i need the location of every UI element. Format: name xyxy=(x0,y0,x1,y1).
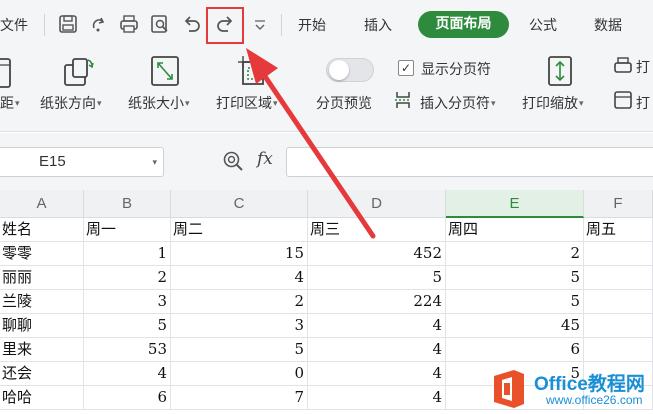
table-cell[interactable]: 4 xyxy=(308,338,446,362)
table-cell[interactable]: 2 xyxy=(446,242,584,266)
divider xyxy=(281,14,282,36)
table-cell[interactable]: 丽丽 xyxy=(0,266,84,290)
table-cell[interactable]: 6 xyxy=(84,386,171,410)
table-cell[interactable]: 3 xyxy=(84,290,171,314)
table-cell[interactable]: 4 xyxy=(308,386,446,410)
page-break-preview-label[interactable]: 分页预览 xyxy=(316,93,372,113)
name-box[interactable]: E15 ▾ xyxy=(0,147,164,177)
divider xyxy=(44,14,45,36)
table-cell[interactable] xyxy=(584,266,653,290)
table-cell[interactable]: 15 xyxy=(171,242,308,266)
table-cell[interactable]: 兰陵 xyxy=(0,290,84,314)
toggle-knob xyxy=(329,60,349,80)
table-cell[interactable]: 7 xyxy=(171,386,308,410)
table-cell[interactable]: 5 xyxy=(171,338,308,362)
column-header-e[interactable]: E xyxy=(446,190,584,218)
insert-function-icon[interactable]: fx xyxy=(257,149,273,169)
header-cell[interactable]: 周四 xyxy=(446,218,584,242)
header-cell[interactable]: 姓名 xyxy=(0,218,84,242)
table-cell[interactable]: 45 xyxy=(446,314,584,338)
column-header-d[interactable]: D xyxy=(308,190,446,218)
ribbon-right-label-1[interactable]: 打 xyxy=(636,57,650,77)
header-cell[interactable]: 周五 xyxy=(584,218,653,242)
watermark: Office教程网 www.office26.com xyxy=(488,366,653,414)
zoom-find-icon[interactable] xyxy=(222,150,244,172)
table-cell[interactable]: 3 xyxy=(171,314,308,338)
table-cell[interactable]: 4 xyxy=(171,266,308,290)
column-header-f[interactable]: F xyxy=(584,190,653,218)
page-orientation-label[interactable]: 纸张方向▾ xyxy=(40,93,102,113)
header-cell[interactable]: 周三 xyxy=(308,218,446,242)
table-cell[interactable] xyxy=(584,290,653,314)
column-header-a[interactable]: A xyxy=(0,190,84,218)
table-cell[interactable]: 6 xyxy=(446,338,584,362)
chevron-down-icon[interactable]: ▾ xyxy=(152,148,157,176)
table-cell[interactable]: 1 xyxy=(84,242,171,266)
table-cell[interactable]: 4 xyxy=(308,362,446,386)
header-cell[interactable]: 周二 xyxy=(171,218,308,242)
table-cell[interactable] xyxy=(584,314,653,338)
redo-format-icon[interactable] xyxy=(88,13,110,35)
insert-page-break-label[interactable]: 插入分页符▾ xyxy=(420,93,496,113)
print-scale-label[interactable]: 打印缩放▾ xyxy=(522,93,584,113)
watermark-site: www.office26.com xyxy=(546,393,643,407)
save-icon[interactable] xyxy=(57,13,79,35)
table-cell[interactable]: 2 xyxy=(171,290,308,314)
print-titles-icon[interactable] xyxy=(612,56,634,78)
table-cell[interactable]: 224 xyxy=(308,290,446,314)
table-cell[interactable] xyxy=(584,242,653,266)
column-header-c[interactable]: C xyxy=(171,190,308,218)
print-scale-icon[interactable] xyxy=(543,54,577,88)
print-area-label[interactable]: 打印区域▾ xyxy=(216,93,278,113)
tab-page-layout[interactable]: 页面布局 xyxy=(418,11,509,38)
office-logo-icon xyxy=(494,370,524,408)
watermark-brand: Office教程网 xyxy=(534,374,645,395)
tab-home[interactable]: 开始 xyxy=(298,15,326,35)
table-cell[interactable]: 0 xyxy=(171,362,308,386)
paper-size-icon[interactable] xyxy=(148,54,182,88)
tab-formulas[interactable]: 公式 xyxy=(529,15,557,35)
column-header-b[interactable]: B xyxy=(84,190,171,218)
tab-data[interactable]: 数据 xyxy=(594,15,622,35)
insert-page-break-icon[interactable] xyxy=(394,90,412,110)
table-cell[interactable]: 5 xyxy=(446,266,584,290)
file-menu[interactable]: 文件 xyxy=(0,15,28,35)
formula-input[interactable] xyxy=(286,147,653,177)
print-headers-icon[interactable] xyxy=(612,89,634,111)
header-cell[interactable]: 周一 xyxy=(84,218,171,242)
ribbon-right-label-2[interactable]: 打 xyxy=(636,93,650,113)
show-page-breaks-label[interactable]: 显示分页符 xyxy=(421,59,491,79)
table-cell[interactable]: 53 xyxy=(84,338,171,362)
margins-icon[interactable] xyxy=(0,56,16,90)
table-cell[interactable]: 2 xyxy=(84,266,171,290)
table-cell[interactable]: 还会 xyxy=(0,362,84,386)
tab-insert[interactable]: 插入 xyxy=(364,15,392,35)
table-cell[interactable]: 零零 xyxy=(0,242,84,266)
table-cell[interactable]: 5 xyxy=(84,314,171,338)
table-cell[interactable]: 4 xyxy=(84,362,171,386)
margins-label[interactable]: 距▾ xyxy=(0,93,20,113)
print-area-icon[interactable] xyxy=(235,54,269,88)
print-preview-icon[interactable] xyxy=(149,13,171,35)
more-chevron-icon[interactable] xyxy=(249,13,271,35)
page-orientation-icon[interactable] xyxy=(61,54,95,88)
redo-highlight-box xyxy=(206,7,244,44)
table-cell[interactable]: 5 xyxy=(308,266,446,290)
table-cell[interactable] xyxy=(584,338,653,362)
cell-reference: E15 xyxy=(39,153,66,170)
print-icon[interactable] xyxy=(118,13,140,35)
table-cell[interactable]: 里来 xyxy=(0,338,84,362)
page-break-preview-toggle[interactable] xyxy=(326,58,374,82)
show-page-breaks-checkbox[interactable]: ✓ xyxy=(398,60,414,76)
table-cell[interactable]: 聊聊 xyxy=(0,314,84,338)
table-cell[interactable]: 4 xyxy=(308,314,446,338)
undo-icon[interactable] xyxy=(181,13,203,35)
paper-size-label[interactable]: 纸张大小▾ xyxy=(128,93,190,113)
title-tab-bar: 文件 开始 插入 页面布局 公式 数据 xyxy=(0,0,653,50)
table-cell[interactable]: 5 xyxy=(446,290,584,314)
table-cell[interactable]: 哈哈 xyxy=(0,386,84,410)
table-cell[interactable]: 452 xyxy=(308,242,446,266)
